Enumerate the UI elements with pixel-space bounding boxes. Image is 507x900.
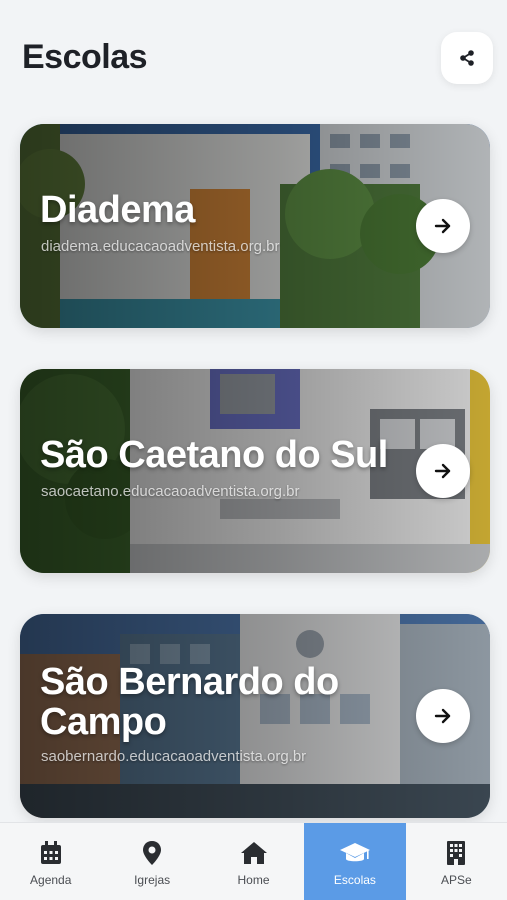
open-school-button[interactable] bbox=[416, 689, 470, 743]
tab-escolas[interactable]: Escolas bbox=[304, 823, 406, 900]
school-url: saocaetano.educacaoadventista.org.br bbox=[41, 483, 300, 500]
school-name: Diadema bbox=[40, 189, 195, 231]
home-icon bbox=[240, 842, 267, 864]
open-school-button[interactable] bbox=[416, 444, 470, 498]
open-school-button[interactable] bbox=[416, 199, 470, 253]
map-pin-icon bbox=[143, 841, 162, 865]
tab-agenda[interactable]: Agenda bbox=[0, 823, 101, 900]
graduation-cap-icon bbox=[339, 843, 370, 862]
tab-label: Escolas bbox=[333, 873, 376, 887]
bottom-tab-bar: Agenda Igrejas Home Escolas APSe bbox=[0, 822, 507, 900]
tab-label: Home bbox=[237, 873, 270, 887]
tab-label: Agenda bbox=[30, 873, 72, 887]
arrow-right-icon bbox=[434, 463, 451, 479]
tab-igrejas[interactable]: Igrejas bbox=[101, 823, 202, 900]
building-icon bbox=[447, 841, 466, 865]
tab-home[interactable]: Home bbox=[203, 823, 304, 900]
arrow-right-icon bbox=[434, 708, 451, 724]
school-card-sao-bernardo[interactable]: São Bernardo do Campo saobernardo.educac… bbox=[20, 614, 490, 818]
tab-label: APSe bbox=[440, 873, 472, 887]
school-url: saobernardo.educacaoadventista.org.br bbox=[41, 748, 307, 765]
arrow-right-icon bbox=[434, 218, 451, 234]
calendar-icon bbox=[40, 841, 61, 864]
school-name: São Bernardo do Campo bbox=[40, 661, 339, 743]
tab-label: Igrejas bbox=[134, 873, 171, 887]
tab-apse[interactable]: APSe bbox=[406, 823, 507, 900]
school-card-sao-caetano[interactable]: São Caetano do Sul saocaetano.educacaoad… bbox=[20, 369, 490, 573]
school-url: diadema.educacaoadventista.org.br bbox=[41, 238, 280, 255]
school-name: São Caetano do Sul bbox=[40, 434, 388, 476]
school-card-diadema[interactable]: Diadema diadema.educacaoadventista.org.b… bbox=[20, 124, 490, 328]
school-list: Diadema diadema.educacaoadventista.org.b… bbox=[0, 0, 507, 900]
